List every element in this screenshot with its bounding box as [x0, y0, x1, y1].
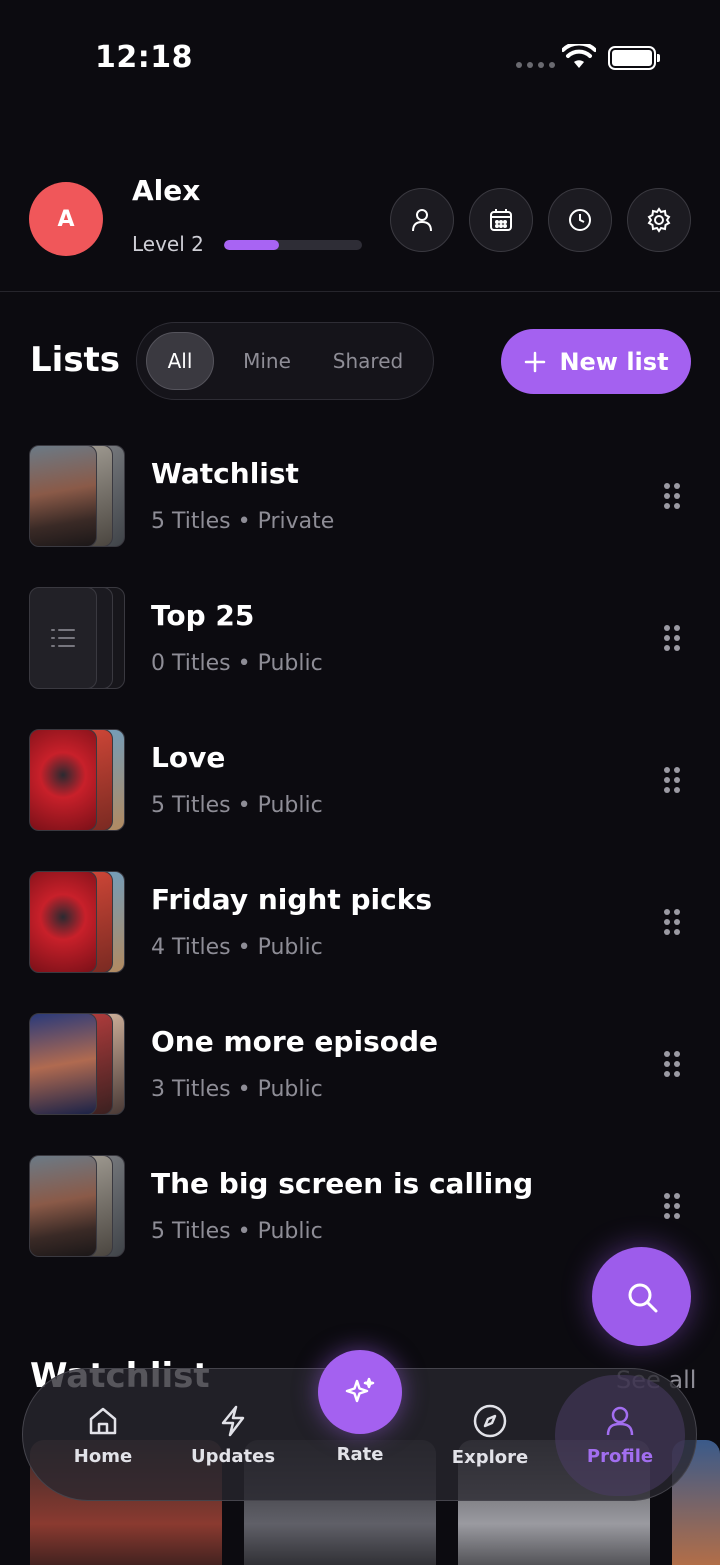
drag-handle-icon[interactable]: [664, 625, 680, 651]
list-subtitle: 5 Titles • Public: [151, 1219, 323, 1244]
rate-label: Rate: [336, 1444, 384, 1465]
person-icon: [412, 209, 432, 232]
nav-label: Explore: [451, 1447, 529, 1468]
nav-explore[interactable]: Explore: [430, 1369, 550, 1502]
drag-handle-icon[interactable]: [664, 483, 680, 509]
list-filter-segment: All Mine Shared: [136, 322, 434, 400]
sparkle-icon: [345, 1377, 375, 1403]
gear-icon: [647, 207, 671, 233]
list-subtitle: 0 Titles • Public: [151, 651, 323, 676]
list-title: One more episode: [151, 1025, 438, 1058]
new-list-button[interactable]: New list: [501, 329, 691, 394]
list-item[interactable]: Watchlist 5 Titles • Private: [0, 445, 720, 549]
nav-updates[interactable]: Updates: [173, 1369, 293, 1502]
drag-handle-icon[interactable]: [664, 1051, 680, 1077]
profile-header: A Alex Level 2: [0, 160, 720, 292]
filter-mine[interactable]: Mine: [229, 332, 305, 390]
lists-header: Lists All Mine Shared New list: [0, 322, 720, 402]
list-item[interactable]: Friday night picks 4 Titles • Public: [0, 871, 720, 975]
filter-all[interactable]: All: [146, 332, 214, 390]
friends-button[interactable]: [390, 188, 454, 252]
drag-handle-icon[interactable]: [664, 1193, 680, 1219]
list-title: Friday night picks: [151, 883, 432, 916]
home-icon: [89, 1407, 117, 1435]
list-item[interactable]: Top 25 0 Titles • Public: [0, 587, 720, 691]
rate-button[interactable]: [318, 1350, 402, 1434]
list-subtitle: 4 Titles • Public: [151, 935, 323, 960]
battery-icon: [608, 46, 660, 70]
clock-icon: [569, 209, 591, 231]
level-progress-bar: [224, 240, 362, 250]
settings-button[interactable]: [627, 188, 691, 252]
signal-icon: [516, 62, 555, 68]
search-icon: [628, 1283, 657, 1312]
list-thumbnail: [29, 1013, 127, 1115]
nav-home[interactable]: Home: [43, 1369, 163, 1502]
list-title: Top 25: [151, 599, 255, 632]
list-subtitle: 3 Titles • Public: [151, 1077, 323, 1102]
avatar-initial: A: [57, 206, 75, 232]
list-thumbnail: [29, 1155, 127, 1257]
divider: [0, 291, 720, 292]
calendar-button[interactable]: [469, 188, 533, 252]
status-time: 12:18: [95, 40, 193, 75]
drag-handle-icon[interactable]: [664, 909, 680, 935]
list-icon: [51, 629, 75, 647]
list-item[interactable]: The big screen is calling 5 Titles • Pub…: [0, 1155, 720, 1259]
list-title: The big screen is calling: [151, 1167, 534, 1200]
list-thumbnail: [29, 587, 127, 689]
nav-label: Profile: [586, 1446, 654, 1467]
status-bar: 12:18: [0, 0, 720, 110]
list-item[interactable]: One more episode 3 Titles • Public: [0, 1013, 720, 1117]
list-title: Watchlist: [151, 457, 299, 490]
plus-icon: [525, 351, 546, 372]
new-list-label: New list: [559, 347, 669, 376]
list-thumbnail: [29, 445, 127, 547]
user-name: Alex: [132, 174, 201, 207]
list-item[interactable]: Love 5 Titles • Public: [0, 729, 720, 833]
wifi-icon: [562, 44, 596, 68]
search-button[interactable]: [592, 1247, 691, 1346]
lists-title: Lists: [30, 340, 121, 380]
filter-shared[interactable]: Shared: [319, 332, 417, 390]
level-progress-fill: [224, 240, 280, 250]
list-thumbnail: [29, 871, 127, 973]
compass-icon: [473, 1404, 507, 1438]
history-button[interactable]: [548, 188, 612, 252]
calendar-icon: [490, 209, 512, 231]
nav-profile[interactable]: Profile: [559, 1369, 681, 1502]
level-label: Level 2: [132, 232, 204, 256]
person-icon: [606, 1406, 634, 1436]
nav-label: Home: [73, 1446, 133, 1467]
nav-label: Updates: [190, 1446, 276, 1467]
avatar[interactable]: A: [29, 182, 103, 256]
list-title: Love: [151, 741, 226, 774]
list-subtitle: 5 Titles • Public: [151, 793, 323, 818]
bolt-icon: [221, 1405, 245, 1437]
drag-handle-icon[interactable]: [664, 767, 680, 793]
list-subtitle: 5 Titles • Private: [151, 509, 335, 534]
list-thumbnail: [29, 729, 127, 831]
